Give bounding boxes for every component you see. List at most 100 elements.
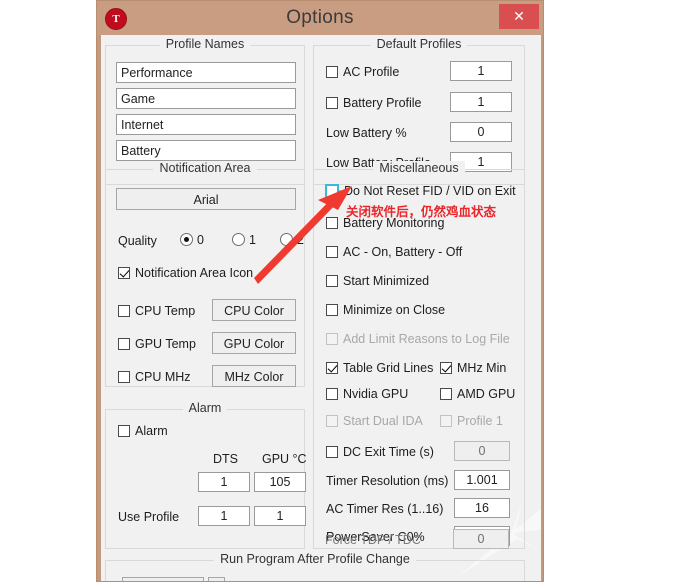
force-tdp-tdc-value[interactable] [453, 529, 509, 549]
radio-dot [180, 233, 193, 246]
group-legend: Miscellaneous [314, 161, 524, 175]
checkbox-box [118, 338, 130, 350]
checkbox-cpu-mhz[interactable]: CPU MHz [118, 370, 191, 384]
run-program-profile-button[interactable]: Profile 1 [122, 577, 204, 581]
checkbox-box [326, 333, 338, 345]
group-miscellaneous: Miscellaneous Do Not Reset FID / VID on … [313, 161, 525, 549]
checkbox-ac-profile[interactable]: AC Profile [326, 65, 399, 79]
run-program-profile-spinner[interactable] [208, 577, 225, 581]
close-icon[interactable]: ✕ [499, 4, 539, 29]
alarm-use-profile-gpu[interactable] [254, 506, 306, 526]
checkbox-box [326, 246, 338, 258]
client-area: Profile Names Default Profiles AC Profil… [101, 35, 541, 581]
alarm-gpu-value[interactable] [254, 472, 306, 492]
checkbox-box [326, 446, 338, 458]
spinner-up-icon[interactable] [208, 577, 225, 581]
checkbox-box [118, 305, 130, 317]
checkbox-nvidia-gpu[interactable]: Nvidia GPU [326, 387, 408, 401]
checkbox-amd-gpu[interactable]: AMD GPU [440, 387, 515, 401]
checkbox-label: AC - On, Battery - Off [343, 245, 463, 259]
label-use-profile: Use Profile [118, 510, 180, 524]
label-gpu-celsius: GPU °C [262, 452, 307, 466]
checkbox-box [326, 415, 338, 427]
mhz-color-button[interactable]: MHz Color [212, 365, 296, 387]
radio-label: 1 [249, 233, 256, 247]
checkbox-label: Minimize on Close [343, 303, 446, 317]
checkbox-ac-on-battery-off[interactable]: AC - On, Battery - Off [326, 245, 462, 259]
group-legend: Profile Names [106, 37, 304, 51]
checkbox-box [326, 66, 338, 78]
profile-name-2[interactable] [116, 88, 296, 109]
radio-dot [280, 233, 293, 246]
alarm-dts-value[interactable] [198, 472, 250, 492]
group-legend: Notification Area [106, 161, 304, 175]
profile-name-3[interactable] [116, 114, 296, 135]
gpu-color-button[interactable]: GPU Color [212, 332, 296, 354]
checkbox-table-grid-lines[interactable]: Table Grid Lines [326, 361, 433, 375]
checkbox-box [440, 362, 452, 374]
ac-timer-res-value[interactable] [454, 498, 510, 518]
radio-quality-0[interactable]: 0 [180, 233, 204, 247]
checkbox-box [326, 97, 338, 109]
checkbox-battery-profile[interactable]: Battery Profile [326, 96, 422, 110]
radio-label: 0 [197, 233, 204, 247]
timer-resolution-value[interactable] [454, 470, 510, 490]
group-legend: Run Program After Profile Change [106, 552, 524, 566]
checkbox-label: DC Exit Time (s) [343, 445, 434, 459]
checkbox-label: Battery Profile [343, 96, 422, 110]
checkbox-box [440, 415, 452, 427]
checkbox-notification-area-icon[interactable]: Notification Area Icon [118, 266, 253, 280]
checkbox-label: AC Profile [343, 65, 400, 79]
checkbox-label: MHz Min [457, 361, 507, 375]
font-button[interactable]: Arial [116, 188, 296, 210]
checkbox-box [325, 184, 339, 198]
checkbox-label: Add Limit Reasons to Log File [343, 332, 510, 346]
group-legend: Alarm [106, 401, 304, 415]
profile-name-1[interactable] [116, 62, 296, 83]
group-notification-area: Notification Area Arial Quality 0 1 2 No… [105, 161, 305, 387]
checkbox-box [326, 275, 338, 287]
checkbox-start-dual-ida: Start Dual IDA [326, 414, 423, 428]
alarm-use-profile-dts[interactable] [198, 506, 250, 526]
label-force-tdp-tdc: Force TDP / TDC [325, 533, 421, 547]
label-timer-resolution: Timer Resolution (ms) [326, 474, 449, 488]
checkbox-label: Start Dual IDA [343, 414, 423, 428]
checkbox-start-minimized[interactable]: Start Minimized [326, 274, 429, 288]
checkbox-label: Do Not Reset FID / VID on Exit [344, 184, 516, 198]
checkbox-box [326, 362, 338, 374]
checkbox-box [440, 388, 452, 400]
group-legend: Default Profiles [314, 37, 524, 51]
checkbox-dc-exit-time[interactable]: DC Exit Time (s) [326, 445, 434, 459]
checkbox-label: Battery Monitoring [343, 216, 445, 230]
checkbox-label: Start Minimized [343, 274, 430, 288]
checkbox-battery-monitoring[interactable]: Battery Monitoring [326, 216, 444, 230]
checkbox-mhz-min[interactable]: MHz Min [440, 361, 506, 375]
checkbox-label: CPU Temp [135, 304, 196, 318]
checkbox-box [326, 388, 338, 400]
low-battery-pct-value[interactable] [450, 122, 512, 142]
checkbox-label: CPU MHz [135, 370, 191, 384]
label-quality: Quality [118, 234, 157, 248]
window-title: Options [286, 7, 354, 28]
checkbox-label: Table Grid Lines [343, 361, 434, 375]
radio-quality-2[interactable]: 2 [280, 233, 304, 247]
profile-name-4[interactable] [116, 140, 296, 161]
checkbox-do-not-reset-fid-vid[interactable]: Do Not Reset FID / VID on Exit [325, 184, 516, 198]
dc-exit-time-value[interactable] [454, 441, 510, 461]
battery-profile-value[interactable] [450, 92, 512, 112]
checkbox-box [118, 267, 130, 279]
checkbox-alarm[interactable]: Alarm [118, 424, 168, 438]
title-bar: T Options ✕ [97, 1, 543, 35]
checkbox-gpu-temp[interactable]: GPU Temp [118, 337, 196, 351]
checkbox-minimize-on-close[interactable]: Minimize on Close [326, 303, 445, 317]
radio-quality-1[interactable]: 1 [232, 233, 256, 247]
ac-profile-value[interactable] [450, 61, 512, 81]
checkbox-add-limit-reasons-to-log-file: Add Limit Reasons to Log File [326, 332, 510, 346]
group-alarm: Alarm Alarm DTS GPU °C Use Profile [105, 401, 307, 549]
checkbox-cpu-temp[interactable]: CPU Temp [118, 304, 195, 318]
checkbox-label: GPU Temp [135, 337, 196, 351]
checkbox-profile-1: Profile 1 [440, 414, 503, 428]
radio-label: 2 [297, 233, 304, 247]
checkbox-box [326, 217, 338, 229]
cpu-color-button[interactable]: CPU Color [212, 299, 296, 321]
